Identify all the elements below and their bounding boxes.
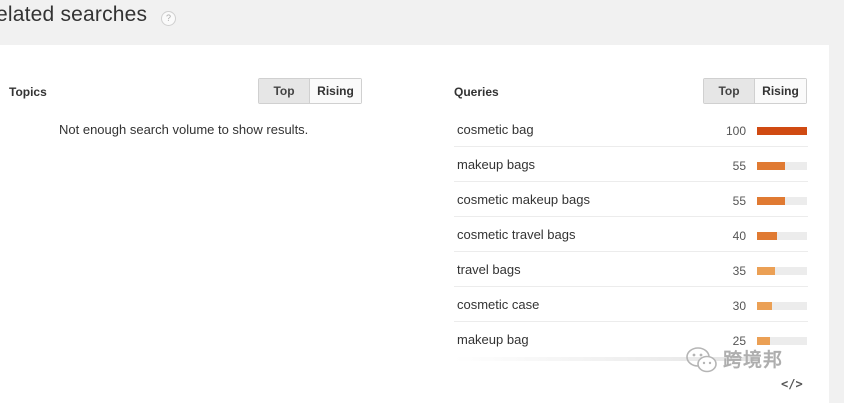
query-bar-track: [757, 302, 807, 310]
section-title: elated searches: [0, 3, 148, 26]
query-bar-fill: [757, 302, 772, 310]
queries-list: cosmetic bag 100 makeup bags 55 cosmetic…: [454, 112, 808, 357]
query-bar-fill: [757, 162, 785, 170]
query-label[interactable]: cosmetic bag: [457, 122, 534, 137]
query-row[interactable]: makeup bags 55: [454, 147, 808, 182]
query-bar-track: [757, 232, 807, 240]
topics-toggle: Top Rising: [258, 78, 362, 104]
watermark-text: 跨境邦: [723, 349, 784, 371]
query-label[interactable]: makeup bags: [457, 157, 535, 172]
query-label[interactable]: cosmetic makeup bags: [457, 192, 590, 207]
query-label[interactable]: makeup bag: [457, 332, 529, 347]
query-value: 30: [732, 299, 746, 313]
query-value: 35: [732, 264, 746, 278]
queries-rising-button[interactable]: Rising: [755, 79, 806, 103]
query-bar-fill: [757, 337, 770, 345]
query-bar-track: [757, 127, 807, 135]
query-bar-fill: [757, 232, 777, 240]
watermark: 跨境邦: [685, 345, 820, 375]
query-bar-track: [757, 162, 807, 170]
wechat-logo-icon: [686, 347, 717, 373]
queries-top-button[interactable]: Top: [704, 79, 755, 103]
query-value: 100: [725, 124, 746, 138]
query-row[interactable]: travel bags 35: [454, 252, 808, 287]
query-bar-track: [757, 197, 807, 205]
query-value: 55: [732, 159, 746, 173]
query-row[interactable]: cosmetic travel bags 40: [454, 217, 808, 252]
query-value: 40: [732, 229, 746, 243]
query-row[interactable]: cosmetic case 30: [454, 287, 808, 322]
embed-code-icon[interactable]: </>: [781, 377, 803, 391]
query-bar-track: [757, 337, 807, 345]
query-label[interactable]: cosmetic travel bags: [457, 227, 576, 242]
topics-title: Topics: [9, 85, 47, 99]
query-bar-fill: [757, 197, 785, 205]
query-bar-fill: [757, 267, 775, 275]
query-bar-fill: [757, 127, 807, 135]
query-row[interactable]: cosmetic makeup bags 55: [454, 182, 808, 217]
query-label[interactable]: cosmetic case: [457, 297, 539, 312]
query-row[interactable]: cosmetic bag 100: [454, 112, 808, 147]
help-icon[interactable]: ?: [161, 11, 176, 26]
query-value: 55: [732, 194, 746, 208]
queries-toggle: Top Rising: [703, 78, 807, 104]
topics-rising-button[interactable]: Rising: [310, 79, 361, 103]
queries-title: Queries: [454, 85, 499, 99]
topics-empty-message: Not enough search volume to show results…: [59, 122, 309, 137]
topics-top-button[interactable]: Top: [259, 79, 310, 103]
query-label[interactable]: travel bags: [457, 262, 521, 277]
query-bar-track: [757, 267, 807, 275]
